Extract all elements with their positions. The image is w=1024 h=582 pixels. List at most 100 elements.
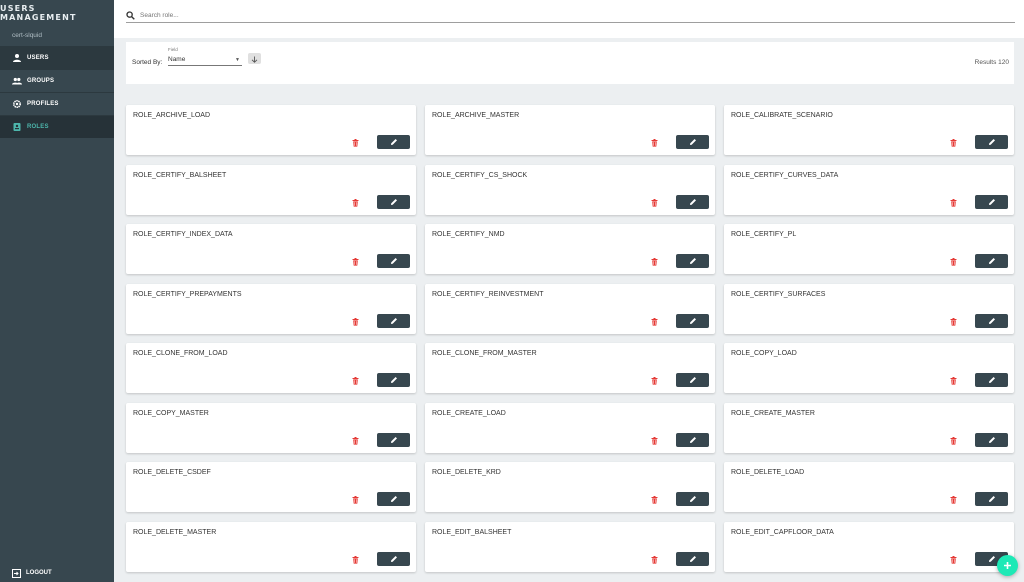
role-name: ROLE_CALIBRATE_SCENARIO [731,112,833,119]
delete-button[interactable] [350,317,360,327]
delete-button[interactable] [350,138,360,148]
role-card: ROLE_CALIBRATE_SCENARIO [724,105,1014,155]
pencil-icon [390,490,398,508]
edit-button[interactable] [975,433,1008,447]
trash-icon [352,134,359,152]
edit-button[interactable] [975,135,1008,149]
delete-button[interactable] [649,376,659,386]
sort-field-value: Name [168,56,186,63]
sidebar-item-profiles[interactable]: PROFILES [0,92,114,115]
delete-button[interactable] [948,198,958,208]
role-name: ROLE_DELETE_CSDEF [133,469,211,476]
pencil-icon [988,133,996,151]
role-card: ROLE_DELETE_KRD [425,462,715,512]
delete-button[interactable] [350,436,360,446]
edit-button[interactable] [975,254,1008,268]
delete-button[interactable] [948,257,958,267]
sort-field-select[interactable]: Name ▼ [168,54,242,66]
edit-button[interactable] [377,195,410,209]
edit-button[interactable] [676,195,709,209]
delete-button[interactable] [649,198,659,208]
edit-button[interactable] [377,552,410,566]
pencil-icon [988,431,996,449]
role-card: ROLE_DELETE_LOAD [724,462,1014,512]
trash-icon [950,432,957,450]
edit-button[interactable] [676,433,709,447]
delete-button[interactable] [649,138,659,148]
role-card: ROLE_CLONE_FROM_LOAD [126,343,416,393]
delete-button[interactable] [649,495,659,505]
role-name: ROLE_CERTIFY_CS_SHOCK [432,172,528,179]
delete-button[interactable] [649,317,659,327]
trash-icon [352,432,359,450]
sidebar-item-roles[interactable]: ROLES [0,115,114,138]
role-card: ROLE_CREATE_MASTER [724,403,1014,453]
delete-button[interactable] [350,495,360,505]
delete-button[interactable] [948,376,958,386]
delete-button[interactable] [948,138,958,148]
edit-button[interactable] [975,195,1008,209]
delete-button[interactable] [350,198,360,208]
edit-button[interactable] [676,135,709,149]
role-name: ROLE_ARCHIVE_LOAD [133,112,211,119]
role-card: ROLE_ARCHIVE_MASTER [425,105,715,155]
role-name: ROLE_DELETE_LOAD [731,469,805,476]
trash-icon [352,313,359,331]
edit-button[interactable] [377,254,410,268]
delete-button[interactable] [350,376,360,386]
delete-button[interactable] [649,257,659,267]
pencil-icon [689,550,697,568]
delete-button[interactable] [948,317,958,327]
edit-button[interactable] [676,254,709,268]
trash-icon [651,491,658,509]
edit-button[interactable] [975,314,1008,328]
edit-button[interactable] [676,552,709,566]
sidebar-item-label: GROUPS [27,78,55,84]
delete-button[interactable] [350,257,360,267]
role-name: ROLE_CERTIFY_REINVESTMENT [432,291,544,298]
sort-direction-button[interactable] [248,53,261,64]
delete-button[interactable] [948,495,958,505]
results-count: Results 120 [974,59,1009,66]
logout-button[interactable]: LOGOUT [0,564,126,582]
delete-button[interactable] [948,436,958,446]
trash-icon [651,551,658,569]
pencil-icon [988,490,996,508]
edit-button[interactable] [676,373,709,387]
role-card: ROLE_EDIT_BALSHEET [425,522,715,572]
sort-label: Sorted By: [132,59,163,66]
trash-icon [950,551,957,569]
sidebar-item-groups[interactable]: GROUPS [0,69,114,92]
edit-button[interactable] [377,135,410,149]
pencil-icon [988,252,996,270]
role-name: ROLE_ARCHIVE_MASTER [432,112,520,119]
pencil-icon [390,371,398,389]
sidebar-item-label: USERS [27,55,49,61]
search-icon [126,10,135,20]
edit-button[interactable] [377,433,410,447]
app-subtitle: cert-slquid [12,32,42,39]
sidebar-item-users[interactable]: USERS [0,46,114,69]
role-card: ROLE_ARCHIVE_LOAD [126,105,416,155]
trash-icon [352,491,359,509]
edit-button[interactable] [975,492,1008,506]
role-name: ROLE_CERTIFY_CURVES_DATA [731,172,839,179]
sidebar-nav: USERS GROUPS PROFILES ROLES [0,46,114,138]
delete-button[interactable] [649,555,659,565]
delete-button[interactable] [948,555,958,565]
edit-button[interactable] [676,314,709,328]
edit-button[interactable] [377,373,410,387]
role-name: ROLE_CREATE_LOAD [432,410,506,417]
edit-button[interactable] [377,314,410,328]
pencil-icon [689,252,697,270]
edit-button[interactable] [676,492,709,506]
edit-button[interactable] [377,492,410,506]
add-role-button[interactable] [997,555,1018,576]
search-input[interactable] [140,11,1000,19]
delete-button[interactable] [350,555,360,565]
gear-icon [12,99,22,109]
delete-button[interactable] [649,436,659,446]
role-card: ROLE_CERTIFY_CS_SHOCK [425,165,715,215]
edit-button[interactable] [975,373,1008,387]
role-name: ROLE_CERTIFY_PL [731,231,797,238]
